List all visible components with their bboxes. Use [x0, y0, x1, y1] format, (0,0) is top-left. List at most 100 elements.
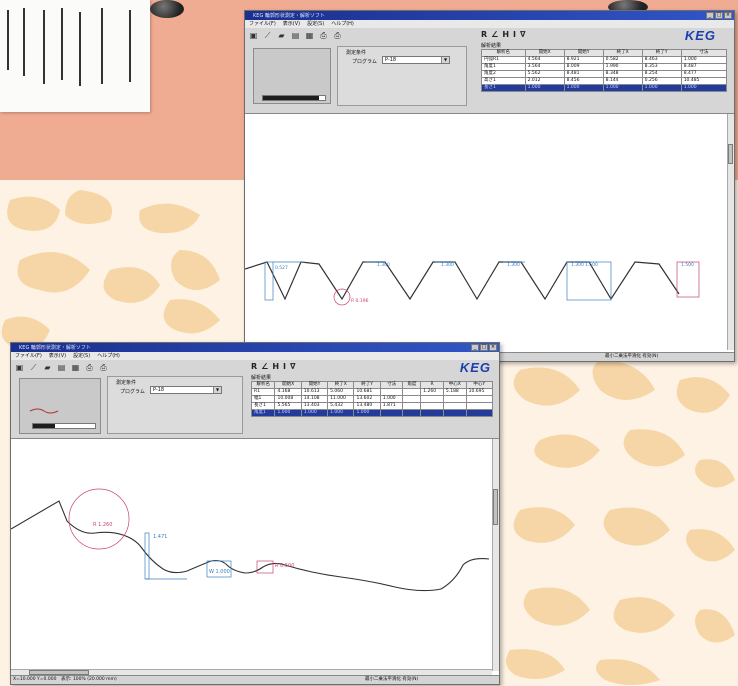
height-tool-icon[interactable]: H: [502, 30, 509, 39]
table-header-row: 解析名 開始X 開始Y 終了X 終了Y 寸法 角度 R 中心X 中心Y: [250, 381, 494, 389]
table-cell: 10.008: [274, 395, 302, 403]
table-cell: 1.260: [420, 388, 444, 396]
scroll-thumb[interactable]: [493, 489, 498, 525]
close-button[interactable]: ×: [489, 344, 497, 351]
maximize-button[interactable]: □: [480, 344, 488, 351]
analysis-tools: R ∠ H I ∇: [481, 30, 526, 39]
table-cell: 5.565: [274, 402, 302, 410]
preview-panel: [253, 48, 331, 104]
menu-view[interactable]: 表示(V): [283, 20, 300, 28]
column-header[interactable]: 解析名: [481, 49, 526, 57]
print-icon[interactable]: ⎙: [85, 363, 94, 372]
grid-icon[interactable]: ▦: [305, 31, 314, 40]
print-preview-icon[interactable]: ⎙: [333, 31, 342, 40]
column-header[interactable]: 終了Y: [353, 381, 381, 389]
angle-tool-icon[interactable]: ∠: [491, 30, 498, 39]
column-header[interactable]: 終了Y: [641, 49, 682, 57]
length-tool-icon[interactable]: I: [283, 362, 286, 371]
table-cell: 角度1: [250, 409, 276, 417]
table-row[interactable]: 高さ1 2.012 8.456 8.144 0.256 10.485: [481, 77, 728, 85]
column-header[interactable]: 開始Y: [563, 49, 604, 57]
scroll-thumb[interactable]: [728, 144, 733, 164]
table-cell: 1.000: [680, 84, 728, 92]
analysis-label: 解析結果: [251, 375, 272, 381]
menu-help[interactable]: ヘルプ(H): [97, 352, 120, 360]
depth-tool-icon[interactable]: ∇: [290, 362, 296, 371]
column-header[interactable]: 寸法: [680, 49, 728, 57]
depth-tool-icon[interactable]: ∇: [520, 30, 526, 39]
vertical-scrollbar[interactable]: [727, 114, 734, 350]
program-select[interactable]: P-18 ▼: [382, 56, 450, 64]
table-row[interactable]: 幅1 10.008 14.108 11.000 13.602 1.000: [250, 395, 494, 403]
front-window[interactable]: KEG 輪郭形状測定・解析ソフト _ □ × ファイル(F) 表示(V) 設定(…: [10, 342, 500, 685]
length-tool-icon[interactable]: I: [513, 30, 516, 39]
column-header[interactable]: 開始Y: [300, 381, 329, 389]
table-row[interactable]: 円弧R1 4.564 8.921 0.582 8.463 1.000: [481, 56, 728, 64]
print-icon[interactable]: ⎙: [319, 31, 328, 40]
column-header[interactable]: 終了X: [602, 49, 643, 57]
table-cell: 1.000: [524, 84, 565, 92]
menu-settings[interactable]: 設定(S): [73, 352, 90, 360]
table-row[interactable]: 角度1 1.000 1.000 1.000 1.000: [250, 409, 494, 417]
print-preview-icon[interactable]: ⎙: [99, 363, 108, 372]
save-icon[interactable]: ▤: [57, 363, 66, 372]
close-button[interactable]: ×: [724, 12, 732, 19]
table-row[interactable]: 長さ1 1.000 1.000 1.000 1.000 1.000: [481, 84, 728, 92]
menu-view[interactable]: 表示(V): [49, 352, 66, 360]
column-header[interactable]: 解析名: [250, 381, 276, 389]
table-row[interactable]: 長さ1 5.565 13.403 5.432 13.480 1.871: [250, 402, 494, 410]
minimize-button[interactable]: _: [471, 344, 479, 351]
menu-settings[interactable]: 設定(S): [307, 20, 324, 28]
window-title: KEG 輪郭形状測定・解析ソフト: [253, 13, 325, 19]
toolbar: ▣ ⟋ ▰ ▤ ▦ ⎙ ⎙: [249, 31, 342, 40]
grid-icon[interactable]: ▦: [71, 363, 80, 372]
menu-file[interactable]: ファイル(F): [249, 20, 276, 28]
open-icon[interactable]: ▣: [15, 363, 24, 372]
table-header-row: 解析名 開始X 開始Y 終了X 終了Y 寸法: [481, 49, 728, 57]
pen-icon[interactable]: ⟋: [263, 31, 272, 40]
column-header[interactable]: 寸法: [379, 381, 404, 389]
column-header[interactable]: 中心X: [442, 381, 467, 389]
profile-graph: 0.527 1.300 1.300 1.300 1.300 1.500 1.50…: [245, 261, 700, 306]
table-row[interactable]: 角度1 3.564 8.009 1.990 8.353 8.487: [481, 63, 728, 71]
maximize-button[interactable]: □: [715, 12, 723, 19]
progress-bar: [32, 423, 96, 429]
column-header[interactable]: 終了X: [327, 381, 355, 389]
table-cell: 0.256: [641, 77, 682, 85]
minimize-button[interactable]: _: [706, 12, 714, 19]
results-table: 解析名 開始X 開始Y 終了X 終了Y 寸法 角度 R 中心X 中心Y R1 4.168 10.613 5…: [250, 381, 494, 417]
table-cell: 5.060: [327, 388, 355, 396]
open-icon[interactable]: ▣: [249, 31, 258, 40]
radius-tool-icon[interactable]: R: [481, 30, 487, 39]
table-row[interactable]: R1 4.168 10.613 5.060 10.681 1.260 5.188 10.695: [250, 388, 494, 396]
save-icon[interactable]: ▤: [291, 31, 300, 40]
pen-icon[interactable]: ⟋: [29, 363, 38, 372]
table-cell: 長さ1: [250, 402, 276, 410]
column-header[interactable]: 開始X: [274, 381, 302, 389]
angle-tool-icon[interactable]: ∠: [261, 362, 268, 371]
folder-icon[interactable]: ▰: [43, 363, 52, 372]
chevron-down-icon: ▼: [213, 387, 221, 393]
table-cell: [420, 409, 444, 417]
title-bar[interactable]: KEG 輪郭形状測定・解析ソフト _ □ ×: [11, 343, 499, 352]
back-window[interactable]: KEG 輪郭形状測定・解析ソフト _ □ × ファイル(F) 表示(V) 設定(…: [244, 10, 735, 362]
column-header[interactable]: 中心Y: [465, 381, 494, 389]
radius-tool-icon[interactable]: R: [251, 362, 257, 371]
column-header[interactable]: 角度: [402, 381, 422, 389]
title-bar[interactable]: KEG 輪郭形状測定・解析ソフト _ □ ×: [245, 11, 734, 20]
table-cell: 角度2: [481, 70, 526, 78]
table-row[interactable]: 角度2 5.562 8.481 8.348 8.254 8.477: [481, 70, 728, 78]
table-cell: 4.168: [274, 388, 302, 396]
column-header[interactable]: 開始X: [524, 49, 565, 57]
menu-help[interactable]: ヘルプ(H): [331, 20, 354, 28]
folder-icon[interactable]: ▰: [277, 31, 286, 40]
vertical-scrollbar[interactable]: [492, 439, 499, 671]
table-cell: 円弧R1: [481, 56, 526, 64]
program-select[interactable]: P-18 ▼: [150, 386, 222, 394]
program-value: P-18: [385, 57, 397, 63]
table-cell: 8.477: [680, 70, 728, 78]
height-tool-icon[interactable]: H: [272, 362, 279, 371]
column-header[interactable]: R: [420, 381, 444, 389]
table-cell: 1.000: [300, 409, 329, 417]
menu-file[interactable]: ファイル(F): [15, 352, 42, 360]
